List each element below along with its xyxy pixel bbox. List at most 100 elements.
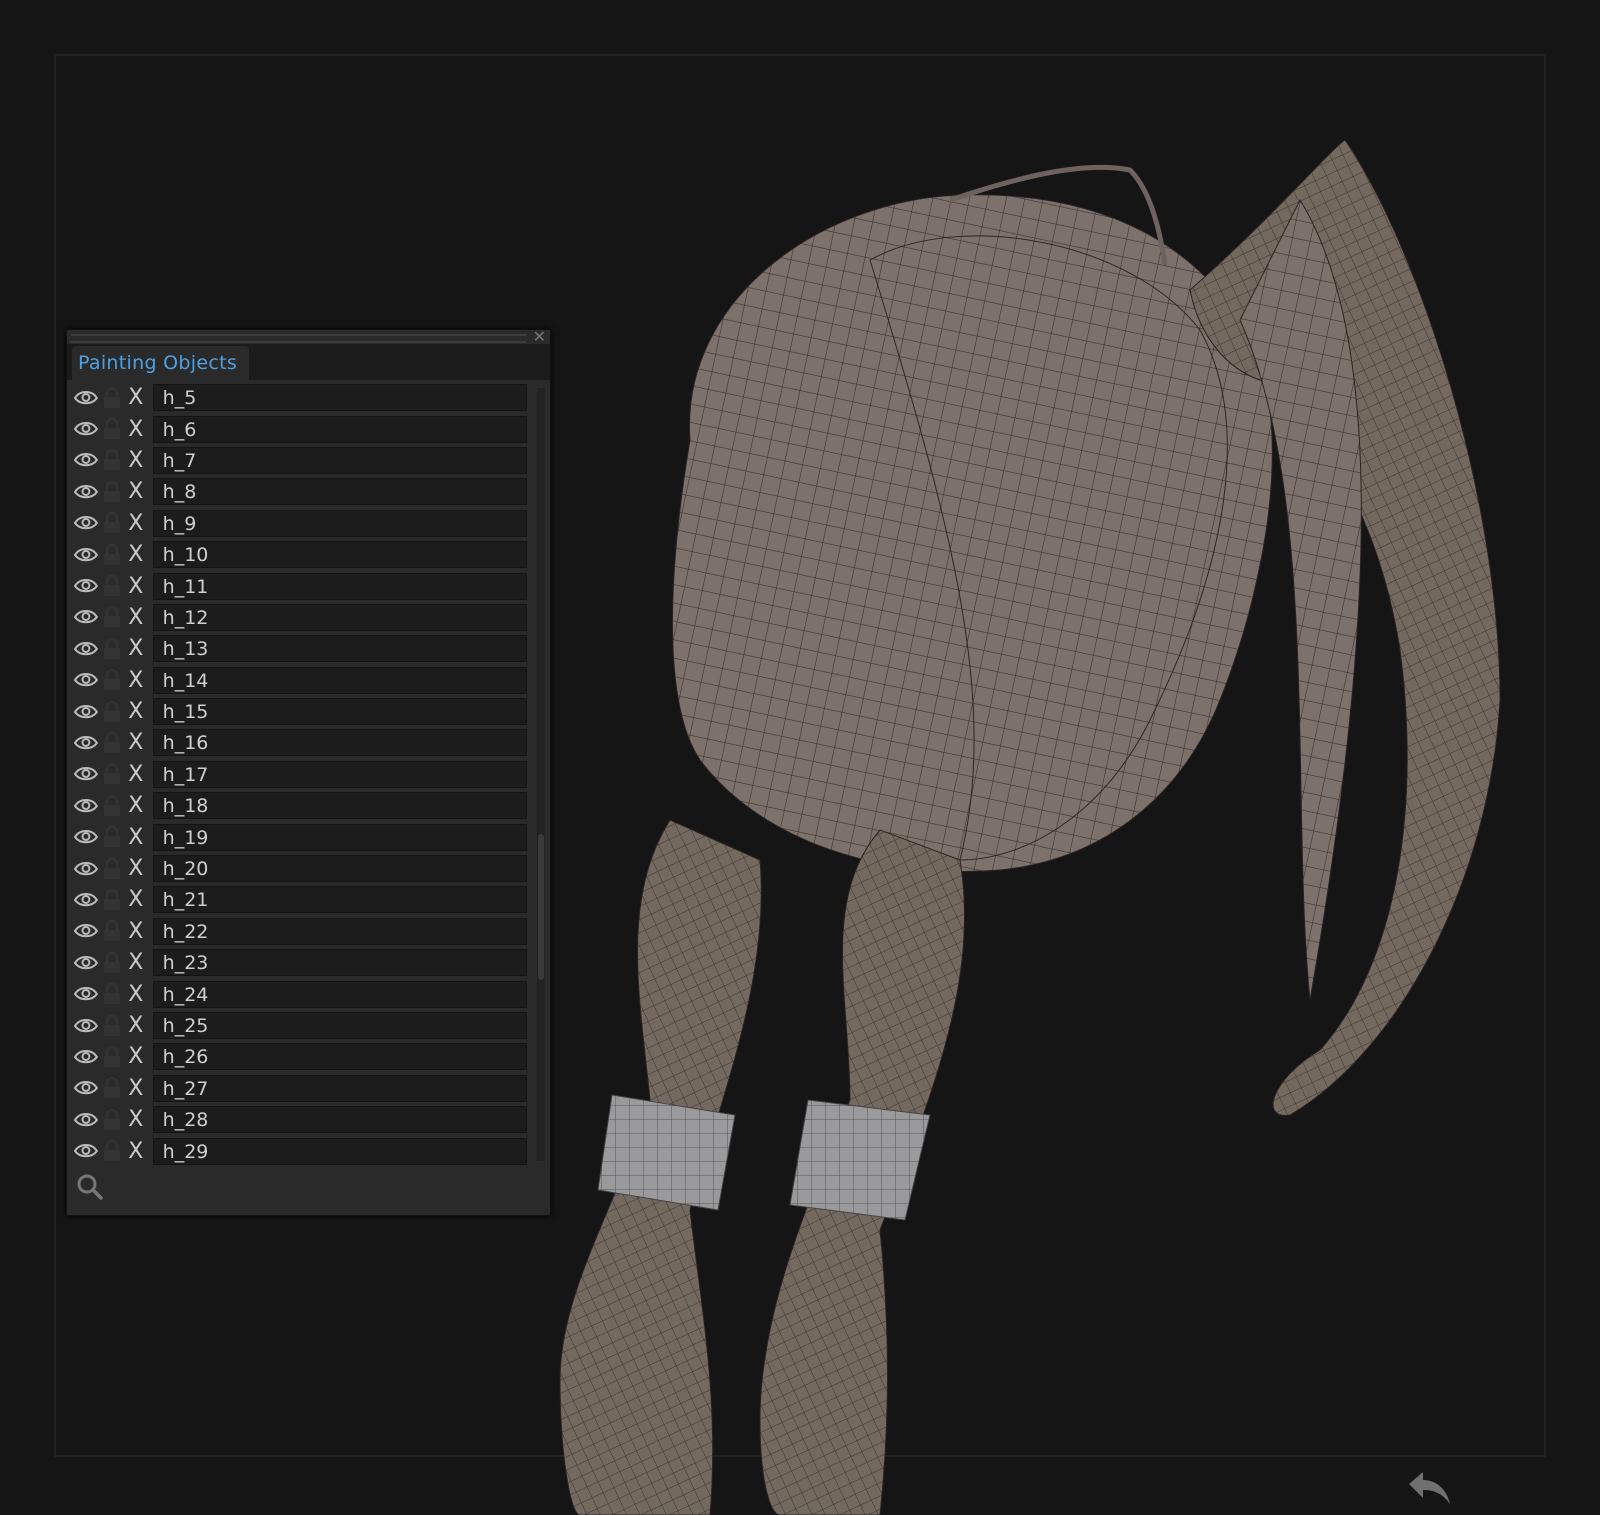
delete-icon[interactable]: X (125, 574, 147, 599)
object-name-field[interactable]: h_14 (152, 666, 527, 694)
object-row[interactable]: X h_8 (67, 476, 527, 507)
lock-icon[interactable] (102, 1077, 122, 1099)
object-row[interactable]: X h_28 (67, 1104, 527, 1135)
object-name-field[interactable]: h_6 (152, 415, 527, 443)
object-name-field[interactable]: h_16 (152, 729, 527, 757)
eye-icon[interactable] (73, 702, 99, 722)
delete-icon[interactable]: X (125, 479, 147, 504)
object-row[interactable]: X h_21 (67, 884, 527, 915)
lock-icon[interactable] (102, 1045, 122, 1068)
lock-icon[interactable] (102, 1108, 122, 1131)
panel-titlebar[interactable]: ✕ (67, 327, 550, 346)
eye-icon[interactable] (73, 639, 99, 659)
eye-icon[interactable] (73, 576, 99, 596)
object-row[interactable]: X h_20 (67, 853, 527, 884)
object-name-field[interactable]: h_19 (152, 823, 527, 851)
object-name-field[interactable]: h_13 (152, 635, 527, 663)
object-row[interactable]: X h_9 (67, 508, 527, 539)
object-row[interactable]: X h_13 (67, 633, 527, 664)
lock-icon[interactable] (102, 983, 122, 1005)
lock-icon[interactable] (102, 763, 122, 785)
scrollbar[interactable] (537, 388, 545, 1161)
object-row[interactable]: X (67, 1167, 527, 1169)
scrollbar-thumb[interactable] (538, 834, 544, 980)
delete-icon[interactable]: X (125, 1076, 147, 1101)
delete-icon[interactable]: X (125, 856, 147, 881)
object-row[interactable]: X h_10 (67, 539, 527, 570)
delete-icon[interactable]: X (125, 417, 147, 442)
delete-icon[interactable]: X (125, 950, 147, 975)
object-row[interactable]: X h_17 (67, 759, 527, 790)
delete-icon[interactable]: X (125, 887, 147, 912)
delete-icon[interactable]: X (125, 1107, 147, 1132)
eye-icon[interactable] (73, 388, 99, 408)
eye-icon[interactable] (73, 796, 99, 816)
eye-icon[interactable] (73, 953, 99, 973)
delete-icon[interactable]: X (125, 636, 147, 661)
delete-icon[interactable]: X (125, 1013, 147, 1038)
delete-icon[interactable]: X (125, 542, 147, 567)
lock-icon[interactable] (102, 480, 122, 503)
lock-icon[interactable] (102, 669, 122, 691)
search-icon[interactable] (75, 1171, 105, 1201)
undo-arrow-icon[interactable] (1407, 1470, 1453, 1506)
lock-icon[interactable] (102, 386, 122, 409)
eye-icon[interactable] (73, 419, 99, 439)
eye-icon[interactable] (73, 921, 99, 941)
lock-icon[interactable] (102, 920, 122, 942)
object-row[interactable]: X h_29 (67, 1135, 527, 1166)
object-row[interactable]: X h_7 (67, 445, 527, 476)
eye-icon[interactable] (73, 1078, 99, 1098)
object-name-field[interactable]: h_27 (152, 1074, 527, 1102)
delete-icon[interactable]: X (125, 919, 147, 944)
object-name-field[interactable]: h_7 (152, 446, 527, 474)
delete-icon[interactable]: X (125, 825, 147, 850)
object-name-field[interactable]: h_24 (152, 980, 527, 1008)
object-row[interactable]: X h_24 (67, 978, 527, 1009)
object-row[interactable]: X h_12 (67, 602, 527, 633)
object-row[interactable]: X h_18 (67, 790, 527, 821)
object-row[interactable]: X h_16 (67, 727, 527, 758)
eye-icon[interactable] (73, 482, 99, 502)
object-name-field[interactable]: h_8 (152, 478, 527, 506)
lock-icon[interactable] (102, 794, 122, 817)
object-name-field[interactable]: h_17 (152, 760, 527, 788)
lock-icon[interactable] (102, 543, 122, 566)
object-name-field[interactable]: h_5 (152, 384, 527, 412)
delete-icon[interactable]: X (125, 793, 147, 818)
lock-icon[interactable] (102, 575, 122, 597)
delete-icon[interactable]: X (125, 1139, 147, 1164)
lock-icon[interactable] (102, 857, 122, 880)
eye-icon[interactable] (73, 1110, 99, 1130)
delete-icon[interactable]: X (125, 982, 147, 1007)
object-row[interactable]: X h_27 (67, 1073, 527, 1104)
object-name-field[interactable]: h_11 (152, 572, 527, 600)
object-name-field[interactable]: h_9 (152, 509, 527, 537)
lock-icon[interactable] (102, 731, 122, 754)
object-row[interactable]: X h_5 (67, 382, 527, 413)
eye-icon[interactable] (73, 984, 99, 1004)
object-name-field[interactable]: h_10 (152, 541, 527, 569)
lock-icon[interactable] (102, 418, 122, 440)
object-row[interactable]: X h_25 (67, 1010, 527, 1041)
eye-icon[interactable] (73, 1016, 99, 1036)
object-row[interactable]: X h_6 (67, 413, 527, 444)
delete-icon[interactable]: X (125, 605, 147, 630)
object-name-field[interactable]: h_22 (152, 917, 527, 945)
object-name-field[interactable]: h_12 (152, 603, 527, 631)
object-name-field[interactable]: h_18 (152, 792, 527, 820)
lock-icon[interactable] (102, 700, 122, 723)
object-row[interactable]: X h_11 (67, 570, 527, 601)
drag-grip[interactable] (71, 334, 526, 343)
eye-icon[interactable] (73, 859, 99, 879)
eye-icon[interactable] (73, 670, 99, 690)
object-name-field[interactable]: h_20 (152, 855, 527, 883)
lock-icon[interactable] (102, 826, 122, 848)
object-row[interactable]: X h_14 (67, 665, 527, 696)
lock-icon[interactable] (102, 512, 122, 534)
delete-icon[interactable]: X (125, 730, 147, 755)
lock-icon[interactable] (102, 951, 122, 974)
lock-icon[interactable] (102, 1140, 122, 1162)
object-name-field[interactable]: h_23 (152, 949, 527, 977)
delete-icon[interactable]: X (125, 668, 147, 693)
